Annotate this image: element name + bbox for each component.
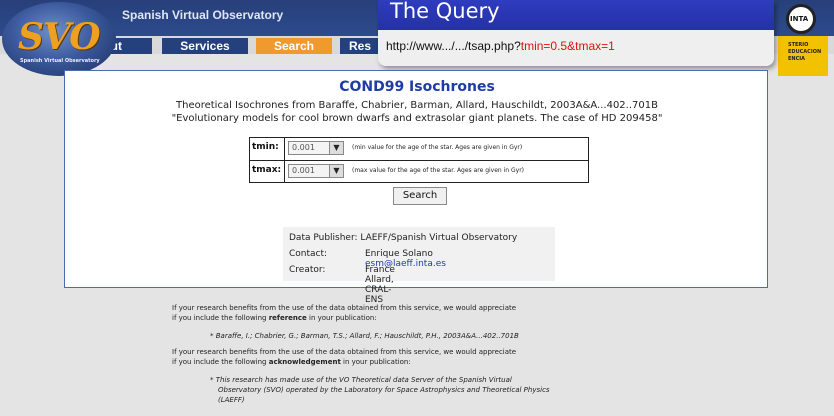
- tmin-row: tmin: 0.001 ▼ (min value for the age of …: [250, 138, 588, 160]
- footer-text-part: if you include the following: [172, 358, 269, 366]
- contact-row: Contact: Enrique Solano esm@laeff.inta.e…: [289, 249, 446, 269]
- isochrone-form: tmin: 0.001 ▼ (min value for the age of …: [249, 137, 589, 183]
- footer-text-part: in your publication:: [306, 314, 377, 322]
- nav-results[interactable]: Res: [340, 38, 380, 54]
- acknowledgement-text: * This research has made use of the VO T…: [210, 376, 512, 384]
- contact-name: Enrique Solano: [365, 249, 433, 259]
- page-title: COND99 Isochrones: [339, 79, 495, 95]
- footer-bold: acknowledgement: [268, 358, 341, 366]
- nav-search[interactable]: Search: [256, 38, 332, 54]
- footer-text: If your research benefits from the use o…: [172, 348, 517, 356]
- inta-logo: INTA: [786, 4, 816, 34]
- creator-label: Creator:: [289, 265, 326, 275]
- chevron-down-icon[interactable]: ▼: [329, 165, 343, 177]
- footer-text-part: in your publication:: [340, 358, 411, 366]
- publisher-line: Data Publisher: LAEFF/Spanish Virtual Ob…: [289, 233, 518, 243]
- ministerio-line: STERIO: [788, 42, 809, 48]
- publisher-info: Data Publisher: LAEFF/Spanish Virtual Ob…: [283, 227, 555, 305]
- tmax-value: 0.001: [292, 166, 315, 175]
- tmax-select[interactable]: 0.001 ▼: [288, 164, 344, 178]
- tmax-row: tmax: 0.001 ▼ (max value for the age of …: [250, 161, 588, 183]
- footer-text-part: if you include the following: [172, 314, 269, 322]
- query-url: http://www.../.../tsap.php?tmin=0.5&tmax…: [378, 30, 774, 66]
- logo-subtitle: Spanish Virtual Observatory: [20, 58, 100, 64]
- reference-citation: * Baraffe, I.; Chabrier, G.; Barman, T.S…: [210, 332, 519, 340]
- tmax-label: tmax:: [252, 165, 282, 175]
- logo-text: SVO: [18, 16, 101, 58]
- tmin-label: tmin:: [252, 142, 279, 152]
- footer-text: If your research benefits from the use o…: [172, 304, 517, 312]
- footer-text: if you include the following acknowledge…: [172, 358, 411, 366]
- contact-label: Contact:: [289, 249, 328, 259]
- main-panel: COND99 Isochrones Theoretical Isochrones…: [64, 70, 768, 305]
- page-description: Theoretical Isochrones from Baraffe, Cha…: [176, 100, 658, 111]
- creator-name: France Allard, CRAL-ENS: [365, 265, 395, 305]
- tmin-select[interactable]: 0.001 ▼: [288, 141, 344, 155]
- query-url-params: tmin=0.5&tmax=1: [520, 39, 615, 53]
- creator-row: Creator: France Allard, CRAL-ENS: [289, 265, 395, 305]
- tmin-value: 0.001: [292, 143, 315, 152]
- query-url-base: http://www.../.../tsap.php?: [386, 39, 521, 53]
- chevron-down-icon[interactable]: ▼: [329, 142, 343, 154]
- ministerio-logo: STERIO EDUCACION ENCIA: [778, 36, 828, 76]
- acknowledgement-text: (LAEFF): [218, 396, 245, 404]
- footer-text: if you include the following reference i…: [172, 314, 377, 322]
- search-button[interactable]: Search: [393, 187, 447, 205]
- nav-services[interactable]: Services: [162, 38, 248, 54]
- footer-bold: reference: [268, 314, 307, 322]
- acknowledgement-text: Observatory (SVO) operated by the Labora…: [218, 386, 550, 394]
- ministerio-line: EDUCACION: [788, 49, 822, 55]
- query-title: The Query: [378, 0, 774, 30]
- page-description-quote: "Evolutionary models for cool brown dwar…: [171, 113, 663, 124]
- tmin-hint: (min value for the age of the star. Ages…: [352, 144, 523, 151]
- tmax-hint: (max value for the age of the star. Ages…: [352, 167, 525, 174]
- ministerio-line: ENCIA: [788, 56, 805, 62]
- svo-logo[interactable]: SVO Spanish Virtual Observatory: [2, 2, 116, 76]
- site-title: Spanish Virtual Observatory: [122, 8, 284, 22]
- inta-label: INTA: [790, 15, 809, 23]
- query-callout: The Query http://www.../.../tsap.php?tmi…: [378, 0, 774, 66]
